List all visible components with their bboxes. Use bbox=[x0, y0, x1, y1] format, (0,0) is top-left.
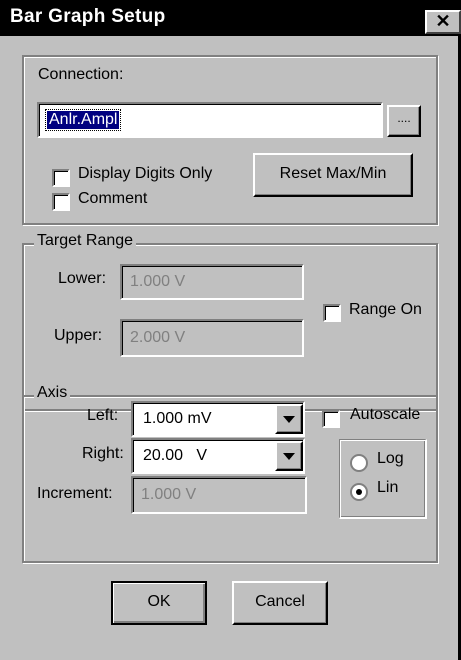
right-dropdown-button[interactable] bbox=[275, 441, 303, 471]
comment-label[interactable]: Comment bbox=[78, 190, 147, 208]
chevron-down-icon bbox=[283, 416, 295, 423]
log-label[interactable]: Log bbox=[377, 450, 404, 468]
window-title: Bar Graph Setup bbox=[10, 6, 166, 27]
close-icon: ✕ bbox=[435, 11, 451, 31]
range-on-checkbox[interactable] bbox=[323, 304, 341, 322]
right-value: 20.00 V bbox=[143, 447, 208, 464]
lower-label: Lower: bbox=[58, 270, 107, 287]
left-value: 1.000 mV bbox=[143, 410, 212, 427]
log-radio[interactable] bbox=[350, 454, 368, 472]
upper-input[interactable]: 2.000 V bbox=[120, 319, 304, 357]
close-button[interactable]: ✕ bbox=[425, 10, 461, 34]
connection-value: Anlr.Ampl bbox=[44, 109, 122, 131]
increment-label: Increment: bbox=[37, 485, 113, 502]
chevron-down-icon bbox=[283, 453, 295, 460]
axis-legend: Axis bbox=[34, 384, 71, 402]
upper-label: Upper: bbox=[54, 327, 103, 344]
cancel-label: Cancel bbox=[255, 593, 305, 610]
range-on-label[interactable]: Range On bbox=[349, 301, 422, 319]
display-digits-checkbox[interactable] bbox=[52, 169, 70, 187]
ok-button[interactable]: OK bbox=[111, 581, 207, 625]
connection-label: Connection: bbox=[38, 66, 124, 83]
right-select[interactable]: 20.00 V bbox=[131, 438, 305, 474]
upper-value: 2.000 V bbox=[130, 329, 186, 346]
radio-selected-dot bbox=[356, 489, 362, 495]
autoscale-checkbox[interactable] bbox=[322, 410, 340, 428]
comment-checkbox[interactable] bbox=[52, 193, 70, 211]
dialog-body: Connection: Anlr.Ampl .... Display Digit… bbox=[0, 36, 461, 660]
autoscale-label[interactable]: Autoscale bbox=[350, 406, 420, 424]
increment-value: 1.000 V bbox=[141, 486, 197, 503]
left-label: Left: bbox=[87, 407, 119, 424]
right-label: Right: bbox=[82, 445, 124, 462]
target-range-legend: Target Range bbox=[34, 232, 137, 250]
reset-max-min-label: Reset Max/Min bbox=[279, 165, 387, 182]
increment-input[interactable]: 1.000 V bbox=[131, 476, 307, 514]
ok-label: OK bbox=[147, 593, 171, 610]
display-digits-label[interactable]: Display Digits Only bbox=[78, 165, 212, 183]
lin-label[interactable]: Lin bbox=[377, 479, 398, 497]
lin-radio[interactable] bbox=[350, 483, 368, 501]
left-select[interactable]: 1.000 mV bbox=[131, 401, 305, 437]
lower-value: 1.000 V bbox=[130, 273, 186, 290]
connection-input[interactable]: Anlr.Ampl bbox=[37, 102, 383, 138]
lower-input[interactable]: 1.000 V bbox=[120, 264, 304, 300]
left-dropdown-button[interactable] bbox=[275, 404, 303, 434]
reset-max-min-button[interactable]: Reset Max/Min bbox=[253, 153, 413, 197]
browse-icon: .... bbox=[397, 111, 411, 125]
cancel-button[interactable]: Cancel bbox=[232, 581, 328, 625]
browse-button[interactable]: .... bbox=[387, 105, 421, 137]
